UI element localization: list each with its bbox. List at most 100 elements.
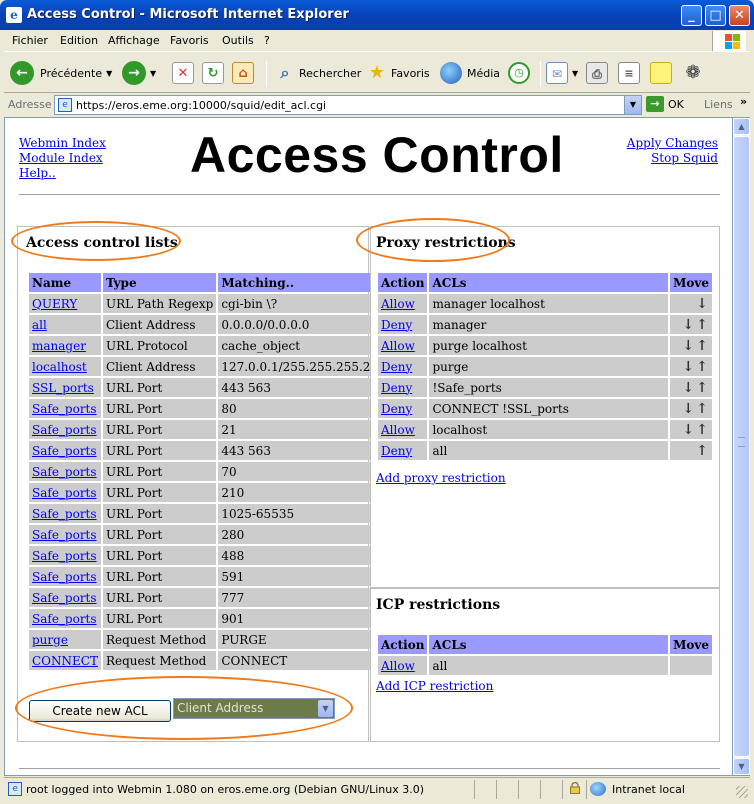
home-button[interactable]: ⌂ (232, 59, 254, 87)
links-label[interactable]: Liens (704, 98, 733, 111)
menu-fichier[interactable]: Fichier (12, 34, 48, 47)
acl-name-link[interactable]: Safe_ports (32, 444, 97, 458)
arrow-up-icon[interactable]: ↑ (696, 423, 708, 437)
move-cell: ↓ ↑ (670, 336, 712, 355)
status-bar: e root logged into Webmin 1.080 on eros.… (4, 777, 750, 800)
forward-button[interactable]: → ▼ (122, 59, 156, 87)
acl-name-link[interactable]: SSL_ports (32, 381, 94, 395)
arrow-down-icon[interactable]: ↓ (683, 339, 695, 353)
action-link[interactable]: Deny (381, 360, 412, 374)
maximize-button[interactable]: □ (705, 5, 726, 26)
chevron-down-icon[interactable]: ▼ (150, 69, 156, 78)
acl-type-cell: URL Port (102, 483, 217, 502)
acl-name-link[interactable]: Safe_ports (32, 486, 97, 500)
resize-grip[interactable] (736, 786, 748, 798)
arrow-up-icon[interactable]: ↑ (696, 402, 708, 416)
action-link[interactable]: Allow (381, 339, 415, 353)
acl-name-link[interactable]: localhost (32, 360, 87, 374)
mail-button[interactable]: ✉ ▼ (546, 59, 578, 87)
action-link[interactable]: Allow (381, 423, 415, 437)
acl-type-cell: Request Method (102, 630, 217, 649)
menu-edition[interactable]: Edition (60, 34, 98, 47)
page-icon: e (8, 782, 22, 796)
acl-name-link[interactable]: Safe_ports (32, 507, 97, 521)
address-input[interactable]: e https://eros.eme.org:10000/squid/edit_… (54, 95, 642, 115)
arrow-down-icon[interactable]: ↓ (683, 318, 695, 332)
history-button[interactable]: ◷ (508, 59, 530, 87)
action-link[interactable]: Allow (381, 297, 415, 311)
print-button[interactable]: ⎙ (586, 59, 608, 87)
arrow-up-icon[interactable]: ↑ (696, 318, 708, 332)
scroll-up-icon[interactable]: ▲ (733, 118, 750, 135)
acl-name-link[interactable]: Safe_ports (32, 423, 97, 437)
refresh-button[interactable]: ↻ (202, 59, 224, 87)
acl-type-cell: Client Address (102, 315, 217, 334)
chevron-down-icon[interactable]: ▼ (572, 69, 578, 78)
menu-favoris[interactable]: Favoris (170, 34, 209, 47)
discuss-button[interactable] (650, 59, 672, 87)
add-proxy-restriction-link[interactable]: Add proxy restriction (376, 471, 506, 485)
acl-name-link[interactable]: manager (32, 339, 86, 353)
acl-name-link[interactable]: QUERY (32, 297, 77, 311)
add-icp-restriction-link[interactable]: Add ICP restriction (376, 679, 493, 693)
action-link[interactable]: Allow (381, 659, 415, 673)
module-index-link[interactable]: Module Index (19, 151, 103, 165)
arrow-up-icon[interactable]: ↑ (696, 339, 708, 353)
arrow-down-icon[interactable]: ↓ (683, 423, 695, 437)
acl-name-link[interactable]: all (32, 318, 47, 332)
scroll-down-icon[interactable]: ▼ (733, 758, 750, 775)
action-link[interactable]: Deny (381, 444, 412, 458)
acl-type-cell: Client Address (102, 357, 217, 376)
acl-name-link[interactable]: Safe_ports (32, 528, 97, 542)
search-button[interactable]: ⌕ Rechercher (274, 59, 362, 87)
minimize-button[interactable]: _ (681, 5, 702, 26)
action-link[interactable]: Deny (381, 318, 412, 332)
menu-help[interactable]: ? (264, 34, 270, 47)
back-button[interactable]: ← Précédente ▼ (10, 59, 112, 87)
arrow-up-icon[interactable]: ↑ (696, 360, 708, 374)
acl-name-link[interactable]: Safe_ports (32, 402, 97, 416)
acl-name-link[interactable]: Safe_ports (32, 570, 97, 584)
acl-name-link[interactable]: Safe_ports (32, 549, 97, 563)
favorites-button[interactable]: ★ Favoris (366, 59, 430, 87)
action-link[interactable]: Deny (381, 381, 412, 395)
acl-name-cell: Safe_ports (29, 462, 101, 481)
table-row: purge Request Method PURGE (29, 630, 389, 649)
edit-button[interactable]: ≡ (618, 59, 640, 87)
acl-matching-cell: 127.0.0.1/255.255.255.255 (218, 357, 389, 376)
arrow-down-icon[interactable]: ↓ (696, 297, 708, 311)
arrow-up-icon[interactable]: ↑ (696, 444, 708, 458)
menu-outils[interactable]: Outils (222, 34, 254, 47)
address-url[interactable]: https://eros.eme.org:10000/squid/edit_ac… (76, 99, 326, 112)
left-nav-links: Webmin Index Module Index Help.. (19, 136, 106, 181)
menu-affichage[interactable]: Affichage (108, 34, 160, 47)
acl-name-link[interactable]: Safe_ports (32, 465, 97, 479)
media-button[interactable]: Média (440, 59, 500, 87)
arrow-up-icon[interactable]: ↑ (696, 381, 708, 395)
acl-type-cell: URL Port (102, 546, 217, 565)
apply-changes-link[interactable]: Apply Changes (627, 136, 718, 150)
action-link[interactable]: Deny (381, 402, 412, 416)
go-button[interactable]: → OK (646, 96, 684, 112)
acl-type-cell: URL Path Regexp (102, 294, 217, 313)
action-cell: Allow (378, 294, 428, 313)
acl-name-link[interactable]: purge (32, 633, 68, 647)
acl-name-link[interactable]: Safe_ports (32, 591, 97, 605)
stop-button[interactable]: ✕ (172, 59, 194, 87)
arrow-down-icon[interactable]: ↓ (683, 402, 695, 416)
chevron-right-icon[interactable]: » (740, 95, 747, 108)
scroll-thumb[interactable] (733, 136, 750, 757)
chevron-down-icon[interactable]: ▼ (624, 96, 641, 114)
help-link[interactable]: Help.. (19, 166, 56, 180)
close-button[interactable]: ✕ (729, 5, 750, 26)
acls-cell: manager (429, 315, 669, 334)
messenger-button[interactable]: ❁ (682, 59, 704, 87)
chevron-down-icon[interactable]: ▼ (106, 69, 112, 78)
arrow-down-icon[interactable]: ↓ (683, 381, 695, 395)
acl-name-link[interactable]: CONNECT (32, 654, 98, 668)
stop-squid-link[interactable]: Stop Squid (651, 151, 718, 165)
webmin-index-link[interactable]: Webmin Index (19, 136, 106, 150)
arrow-down-icon[interactable]: ↓ (683, 360, 695, 374)
acl-name-link[interactable]: Safe_ports (32, 612, 97, 626)
vertical-scrollbar[interactable]: ▲ ▼ (733, 117, 750, 776)
